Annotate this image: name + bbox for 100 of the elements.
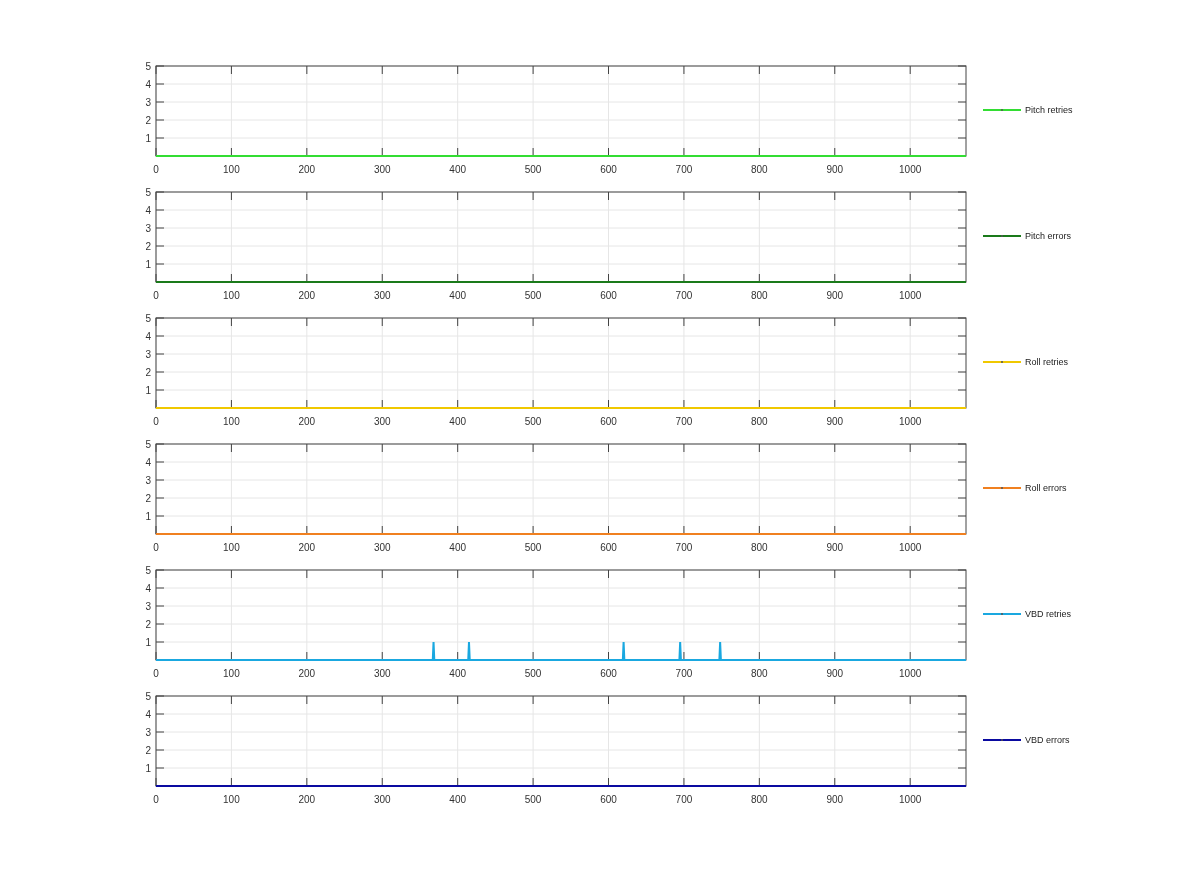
tick-label: 200	[298, 542, 316, 553]
legend-line-icon	[983, 108, 1021, 112]
tick-label: 100	[223, 290, 240, 301]
tick-label: 1000	[899, 668, 922, 679]
tick-label: 100	[223, 794, 240, 805]
tick-label: 3	[145, 601, 151, 612]
tick-label: 3	[145, 349, 151, 360]
tick-label: 500	[524, 164, 542, 175]
tick-label: 800	[751, 164, 768, 175]
tick-label: 800	[751, 668, 768, 679]
tick-label: 500	[524, 290, 542, 301]
tick-label: 700	[675, 668, 693, 679]
legend-line-icon	[983, 486, 1021, 490]
tick-label: 2	[145, 745, 151, 756]
legend-line-icon	[983, 360, 1021, 364]
tick-label: 3	[145, 223, 151, 234]
tick-label: 2	[145, 115, 151, 126]
tick-label: 700	[675, 290, 693, 301]
tick-label: 400	[449, 416, 466, 427]
tick-label: 0	[153, 794, 159, 805]
tick-label: 200	[298, 164, 316, 175]
tick-label: 500	[524, 794, 542, 805]
tick-label: 4	[145, 457, 151, 468]
tick-label: 900	[826, 416, 844, 427]
tick-label: 4	[145, 79, 151, 90]
tick-label: 100	[223, 668, 240, 679]
tick-label: 2	[145, 367, 151, 378]
tick-label: 1000	[899, 290, 922, 301]
tick-label: 900	[826, 668, 844, 679]
tick-label: 200	[298, 668, 316, 679]
tick-label: 0	[153, 668, 159, 679]
tick-label: 4	[145, 331, 151, 342]
tick-label: 1	[145, 133, 151, 144]
tick-label: 700	[675, 164, 693, 175]
tick-label: 3	[145, 727, 151, 738]
tick-label: 2	[145, 493, 151, 504]
tick-label: 500	[524, 668, 542, 679]
tick-label: 200	[298, 416, 316, 427]
tick-label: 900	[826, 542, 844, 553]
tick-label: 0	[153, 542, 159, 553]
tick-label: 2	[145, 241, 151, 252]
tick-label: 300	[373, 290, 391, 301]
tick-label: 900	[826, 164, 844, 175]
tick-label: 4	[145, 583, 151, 594]
tick-label: 300	[373, 416, 391, 427]
tick-label: 4	[145, 709, 151, 720]
tick-label: 1	[145, 259, 151, 270]
tick-label: 100	[223, 164, 240, 175]
tick-label: 400	[449, 668, 466, 679]
tick-label: 600	[600, 164, 617, 175]
tick-label: 400	[449, 164, 466, 175]
tick-label: 3	[145, 475, 151, 486]
tick-label: 5	[145, 691, 151, 702]
tick-label: 1000	[899, 416, 922, 427]
tick-label: 800	[751, 416, 768, 427]
tick-label: 1	[145, 637, 151, 648]
tick-label: 100	[223, 416, 240, 427]
legend-label: VBD errors	[1025, 735, 1070, 745]
tick-label: 200	[298, 290, 316, 301]
tick-label: 1000	[899, 542, 922, 553]
tick-label: 5	[145, 61, 151, 72]
legend-label: Roll errors	[1025, 483, 1067, 493]
tick-label: 1000	[899, 164, 922, 175]
tick-label: 800	[751, 794, 768, 805]
tick-label: 300	[373, 794, 391, 805]
tick-label: 400	[449, 542, 466, 553]
legend-line-icon	[983, 234, 1021, 238]
tick-label: 900	[826, 794, 844, 805]
tick-label: 300	[373, 668, 391, 679]
legend-label: Pitch errors	[1025, 231, 1071, 241]
tick-label: 700	[675, 542, 693, 553]
tick-label: 1000	[899, 794, 922, 805]
tick-label: 300	[373, 542, 391, 553]
tick-label: 3	[145, 97, 151, 108]
tick-label: 600	[600, 542, 617, 553]
tick-label: 500	[524, 542, 542, 553]
tick-label: 800	[751, 290, 768, 301]
tick-label: 800	[751, 542, 768, 553]
tick-label: 600	[600, 290, 617, 301]
legend-line-icon	[983, 612, 1021, 616]
legend-label: VBD retries	[1025, 609, 1071, 619]
tick-label: 5	[145, 565, 151, 576]
tick-label: 0	[153, 416, 159, 427]
legend-line-icon	[983, 738, 1021, 742]
tick-label: 5	[145, 187, 151, 198]
tick-label: 5	[145, 439, 151, 450]
tick-label: 1	[145, 763, 151, 774]
tick-label: 900	[826, 290, 844, 301]
tick-label: 200	[298, 794, 316, 805]
tick-label: 100	[223, 542, 240, 553]
tick-label: 600	[600, 794, 617, 805]
tick-label: 1	[145, 511, 151, 522]
tick-label: 400	[449, 290, 466, 301]
tick-label: 700	[675, 794, 693, 805]
tick-label: 500	[524, 416, 542, 427]
tick-label: 600	[600, 416, 617, 427]
tick-label: 400	[449, 794, 466, 805]
legend-label: Pitch retries	[1025, 105, 1073, 115]
tick-label: 600	[600, 668, 617, 679]
tick-label: 0	[153, 290, 159, 301]
